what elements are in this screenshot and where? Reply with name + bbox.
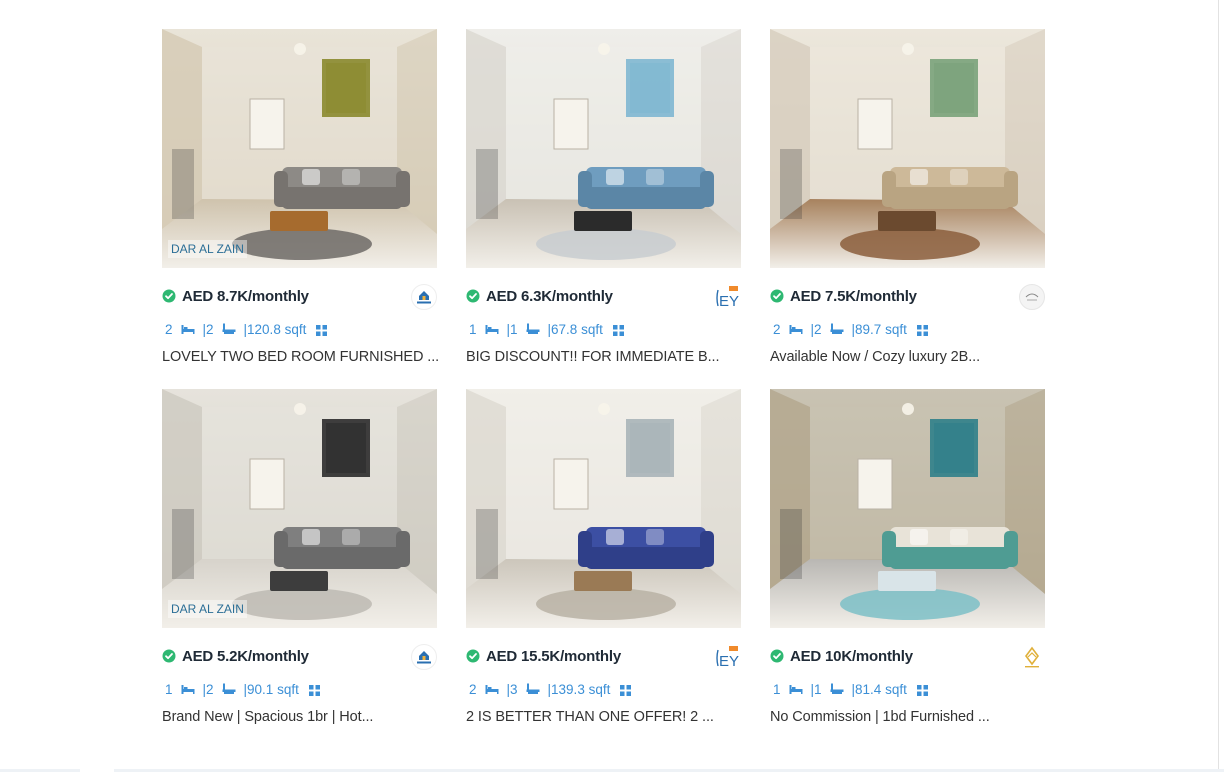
listing-title[interactable]: Available Now / Cozy luxury 2B... (770, 349, 980, 365)
bed-icon (485, 683, 499, 695)
bed-icon (789, 683, 803, 695)
verified-check-icon (162, 649, 176, 663)
listing-price: AED 10K/monthly (790, 648, 913, 665)
listing-photo-art (162, 389, 437, 628)
bath-icon (222, 683, 236, 695)
area-grid-icon (316, 324, 328, 336)
price-row: AED 7.5K/monthly (770, 284, 1045, 312)
bath-icon (526, 323, 540, 335)
listing-photo-art (162, 29, 437, 268)
bedroom-count: 1 (165, 681, 173, 697)
bed-icon (485, 323, 499, 335)
bathroom-count: |3 (506, 681, 518, 697)
area-grid-icon (916, 684, 928, 696)
area-grid-icon (308, 684, 320, 696)
listing-photo[interactable] (466, 29, 741, 268)
area-grid-icon (916, 324, 928, 336)
listing-title[interactable]: Brand New | Spacious 1br | Hot... (162, 709, 373, 725)
bathroom-count: |2 (202, 681, 214, 697)
verified-check-icon (162, 289, 176, 303)
area-size: |67.8 sqft (547, 321, 603, 337)
area-size: |120.8 sqft (243, 321, 307, 337)
agency-logo[interactable]: EY (715, 284, 741, 310)
listing-photo-art (770, 29, 1045, 268)
area-size: |81.4 sqft (851, 681, 907, 697)
bath-icon (830, 323, 844, 335)
listing-price: AED 5.2K/monthly (182, 648, 309, 665)
bathroom-count: |2 (810, 321, 822, 337)
bed-icon (181, 323, 195, 335)
agency-logo[interactable] (1019, 644, 1045, 670)
agency-logo[interactable]: EY (715, 644, 741, 670)
agency-logo[interactable] (1019, 284, 1045, 310)
listing-price: AED 8.7K/monthly (182, 288, 309, 305)
listing-specs: 2 |2 |89.7 sqft (773, 320, 928, 338)
listing-title[interactable]: No Commission | 1bd Furnished ... (770, 709, 990, 725)
photo-watermark: DAR AL ZAIN (168, 240, 247, 258)
listing-photo-art (466, 29, 741, 268)
price-row: AED 10K/monthly (770, 644, 1045, 672)
listing-price: AED 7.5K/monthly (790, 288, 917, 305)
bedroom-count: 1 (469, 321, 477, 337)
agency-logo[interactable] (411, 644, 437, 670)
listing-card[interactable]: DAR AL ZAIN AED 5.2K/monthly 1 |2 |90.1 … (162, 389, 437, 727)
svg-text:EY: EY (719, 293, 739, 310)
price-row: AED 6.3K/monthly EY (466, 284, 741, 312)
listing-title[interactable]: BIG DISCOUNT!! FOR IMMEDIATE B... (466, 349, 720, 365)
listing-card[interactable]: AED 6.3K/monthly EY 1 |1 |67.8 sqft BIG … (466, 29, 741, 367)
svg-text:EY: EY (719, 653, 739, 670)
right-divider (1218, 0, 1219, 772)
listing-photo[interactable] (466, 389, 741, 628)
listing-photo[interactable]: DAR AL ZAIN (162, 389, 437, 628)
area-grid-icon (612, 324, 624, 336)
listing-photo[interactable]: DAR AL ZAIN (162, 29, 437, 268)
bed-icon (181, 683, 195, 695)
area-size: |139.3 sqft (547, 681, 611, 697)
bed-icon (789, 323, 803, 335)
listing-photo[interactable] (770, 29, 1045, 268)
listing-photo-art (770, 389, 1045, 628)
verified-check-icon (466, 289, 480, 303)
area-size: |89.7 sqft (851, 321, 907, 337)
listing-card[interactable]: AED 7.5K/monthly 2 |2 |89.7 sqft Availab… (770, 29, 1045, 367)
listing-photo-art (466, 389, 741, 628)
price-row: AED 15.5K/monthly EY (466, 644, 741, 672)
listing-card[interactable]: AED 15.5K/monthly EY 2 |3 |139.3 sqft 2 … (466, 389, 741, 727)
page: { "listings": [ {"price":"AED 8.7K/month… (0, 0, 1224, 772)
listing-price: AED 6.3K/monthly (486, 288, 613, 305)
listing-title[interactable]: LOVELY TWO BED ROOM FURNISHED ... (162, 349, 439, 365)
agency-logo[interactable] (411, 284, 437, 310)
listing-card[interactable]: DAR AL ZAIN AED 8.7K/monthly 2 |2 |120.8 (162, 29, 439, 367)
bathroom-count: |2 (202, 321, 214, 337)
listing-specs: 2 |3 |139.3 sqft (469, 680, 632, 698)
verified-check-icon (770, 289, 784, 303)
verified-check-icon (466, 649, 480, 663)
listing-photo[interactable] (770, 389, 1045, 628)
price-row: AED 8.7K/monthly (162, 284, 437, 312)
listing-specs: 1 |1 |81.4 sqft (773, 680, 928, 698)
bedroom-count: 2 (469, 681, 477, 697)
listing-card[interactable]: AED 10K/monthly 1 |1 |81.4 sqft No Commi… (770, 389, 1045, 727)
listing-price: AED 15.5K/monthly (486, 648, 621, 665)
bedroom-count: 1 (773, 681, 781, 697)
bath-icon (222, 323, 236, 335)
bathroom-count: |1 (810, 681, 822, 697)
area-size: |90.1 sqft (243, 681, 299, 697)
photo-watermark: DAR AL ZAIN (168, 600, 247, 618)
bedroom-count: 2 (773, 321, 781, 337)
price-row: AED 5.2K/monthly (162, 644, 437, 672)
bath-icon (526, 683, 540, 695)
listing-title[interactable]: 2 IS BETTER THAN ONE OFFER! 2 ... (466, 709, 714, 725)
bathroom-count: |1 (506, 321, 518, 337)
area-grid-icon (620, 684, 632, 696)
bath-icon (830, 683, 844, 695)
listing-specs: 2 |2 |120.8 sqft (165, 320, 328, 338)
verified-check-icon (770, 649, 784, 663)
listing-specs: 1 |2 |90.1 sqft (165, 680, 320, 698)
listing-specs: 1 |1 |67.8 sqft (469, 320, 624, 338)
listing-grid: DAR AL ZAIN AED 8.7K/monthly 2 |2 |120.8 (162, 29, 1045, 727)
bedroom-count: 2 (165, 321, 173, 337)
